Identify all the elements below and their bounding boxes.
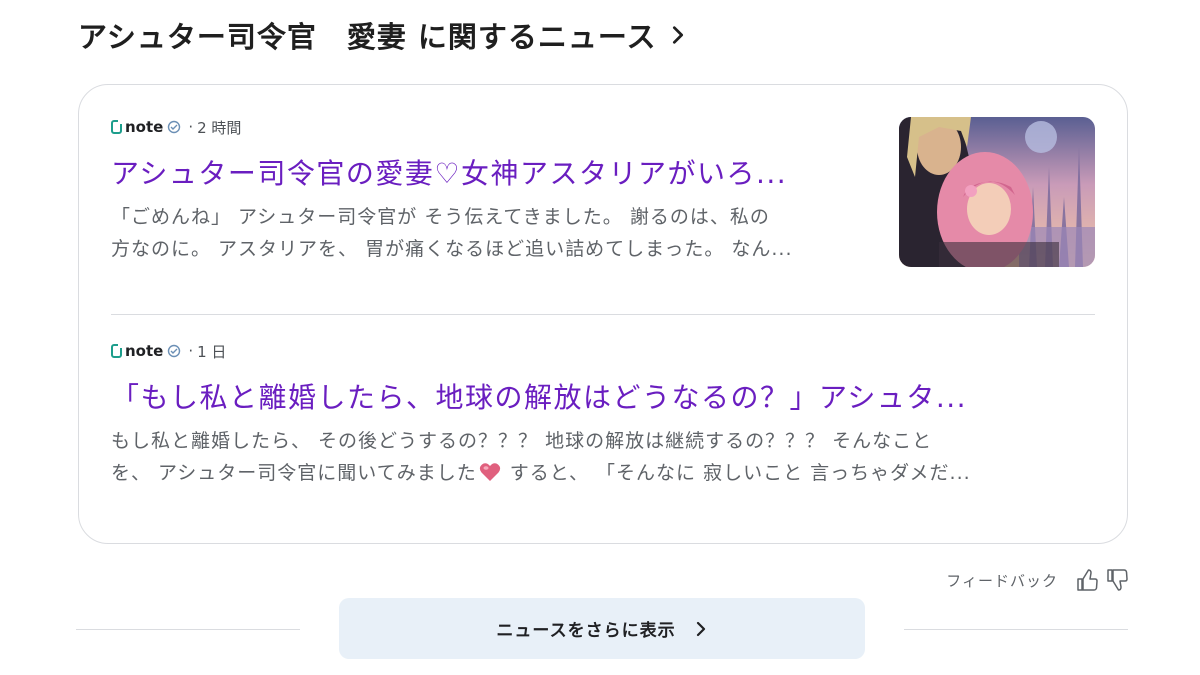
divider-line [76, 629, 300, 630]
snippet-line: を、 アシュター司令官に聞いてみました すると、 「そんなに 寂しいこと 言っち… [111, 457, 1071, 489]
more-news-label[interactable]: ニュースをさらに表示 [496, 616, 675, 641]
note-logo-icon [111, 344, 122, 358]
snippet-line: 方なのに。 アスタリアを、 胃が痛くなるほど追い詰めてしまった。 なん... [111, 238, 793, 260]
snippet-text: すると、 「そんなに 寂しいこと 言っちゃダメだ... [502, 462, 971, 484]
section-title[interactable]: アシュター司令官 愛妻 に関するニュース [78, 14, 657, 56]
snippet-text: を、 アシュター司令官に聞いてみました [111, 462, 477, 484]
article-snippet: もし私と離婚したら、 その後どうするの？？？ 地球の解放は継続するの？？？ そん… [111, 425, 1071, 489]
article-meta: note · 1 日 [111, 339, 1095, 363]
article-divider [111, 314, 1095, 315]
heart-emoji-icon [479, 460, 501, 489]
more-news-button[interactable]: ニュースをさらに表示 [339, 598, 865, 659]
divider-line [904, 629, 1128, 630]
snippet-line: もし私と離婚したら、 その後どうするの？？？ 地球の解放は継続するの？？？ そん… [111, 430, 933, 452]
news-article[interactable]: note · 1 日 「もし私と離婚したら、地球の解放はどうなるの？」アシュタ.… [111, 339, 1095, 519]
feedback-row: フィードバック [946, 568, 1128, 592]
article-snippet: 「ごめんね」 アシュター司令官が そう伝えてきました。 謝るのは、私の 方なのに… [111, 201, 861, 265]
meta-separator: · [188, 118, 194, 136]
article-headline[interactable]: 「もし私と離婚したら、地球の解放はどうなるの？」アシュタ... [111, 381, 1051, 415]
source-name: note [125, 342, 164, 360]
article-time: 1 日 [197, 342, 227, 361]
news-card: note · 2 時間 アシュター司令官の愛妻♡女神アスタリアがいろ... 「ご… [78, 84, 1128, 544]
meta-separator: · [188, 342, 194, 360]
chevron-right-icon[interactable] [694, 621, 708, 637]
verified-icon [166, 120, 182, 134]
news-article[interactable]: note · 2 時間 アシュター司令官の愛妻♡女神アスタリアがいろ... 「ご… [111, 115, 1095, 315]
source-name: note [125, 118, 164, 136]
chevron-right-icon[interactable] [667, 22, 693, 48]
news-section-header[interactable]: アシュター司令官 愛妻 に関するニュース [78, 14, 693, 56]
verified-icon [166, 344, 182, 358]
snippet-line: 「ごめんね」 アシュター司令官が そう伝えてきました。 謝るのは、私の [111, 206, 770, 228]
article-time: 2 時間 [197, 118, 242, 137]
article-thumbnail[interactable] [899, 117, 1095, 267]
note-logo-icon [111, 120, 122, 134]
article-headline[interactable]: アシュター司令官の愛妻♡女神アスタリアがいろ... [111, 157, 861, 191]
thumbs-down-icon[interactable] [1106, 568, 1128, 592]
thumbs-up-icon[interactable] [1076, 568, 1098, 592]
feedback-label: フィードバック [946, 571, 1058, 590]
